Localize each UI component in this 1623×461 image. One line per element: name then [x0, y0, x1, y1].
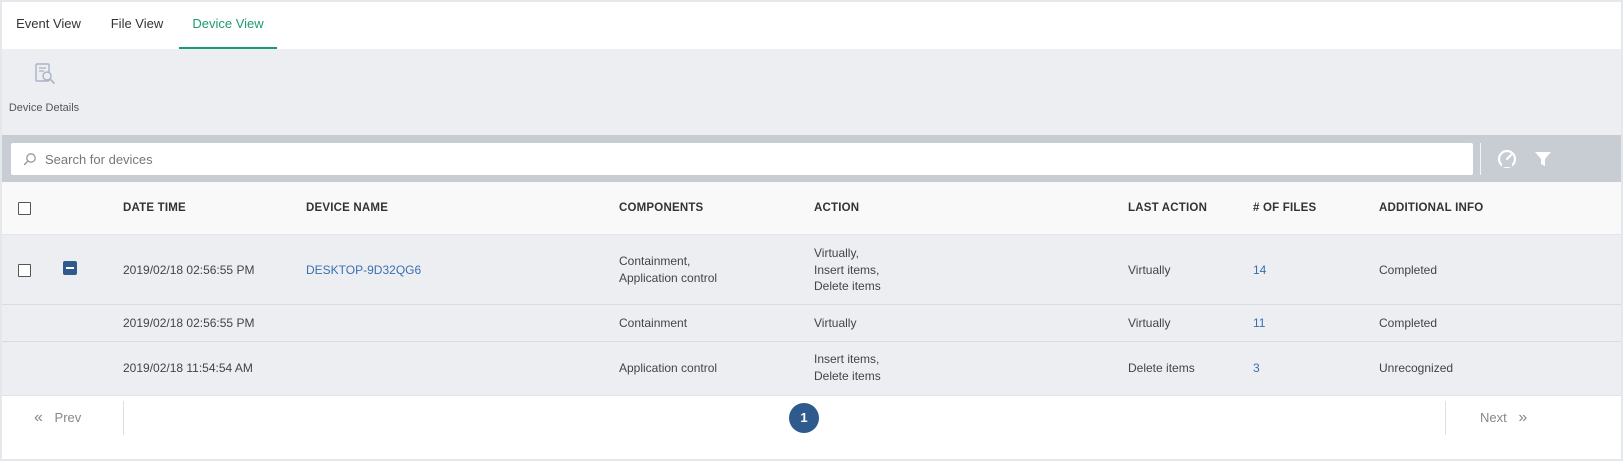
- last-action-cell: Virtually: [1128, 316, 1171, 330]
- next-page-button[interactable]: Next »: [1480, 408, 1527, 428]
- column-header-device-name[interactable]: DEVICE NAME: [306, 182, 388, 235]
- components-cell: Application control: [619, 361, 718, 375]
- date-time-cell: 2019/02/18 02:56:55 PM: [123, 263, 255, 277]
- row-checkbox[interactable]: [18, 264, 31, 277]
- double-chevron-right-icon: »: [1518, 409, 1528, 426]
- column-header-additional-info[interactable]: ADDITIONAL INFO: [1379, 182, 1483, 235]
- collapse-row-button[interactable]: [63, 261, 77, 275]
- file-count-link[interactable]: 14: [1253, 262, 1266, 279]
- action-cell: Virtually, Insert items, Delete items: [814, 246, 881, 293]
- table-row[interactable]: 2019/02/18 02:56:55 PM DESKTOP-9D32QG6 C…: [2, 235, 1621, 305]
- prev-label: Prev: [54, 410, 82, 425]
- components-cell: Containment: [619, 316, 688, 330]
- filter-icon[interactable]: [1532, 148, 1554, 170]
- column-header-date-time[interactable]: DATE TIME: [123, 182, 186, 235]
- table-row[interactable]: 2019/02/18 11:54:54 AM Application contr…: [2, 342, 1621, 395]
- last-action-cell: Virtually: [1128, 263, 1171, 277]
- double-chevron-left-icon: «: [34, 409, 43, 426]
- action-cell: Virtually: [814, 316, 857, 330]
- additional-info-cell: Unrecognized: [1379, 361, 1454, 375]
- view-tabs: Event View File View Device View: [2, 2, 1621, 49]
- table-row[interactable]: 2019/02/18 02:56:55 PM Containment Virtu…: [2, 305, 1621, 342]
- file-count-link[interactable]: 3: [1253, 360, 1260, 377]
- search-bar: [2, 135, 1621, 182]
- column-header-action[interactable]: ACTION: [814, 182, 859, 235]
- page-1-button[interactable]: 1: [789, 403, 819, 433]
- column-header-last-action[interactable]: LAST ACTION: [1128, 182, 1207, 235]
- column-header-file-count[interactable]: # OF FILES: [1253, 182, 1316, 235]
- select-all-checkbox[interactable]: [18, 202, 31, 215]
- table-header: DATE TIME DEVICE NAME COMPONENTS ACTION …: [2, 182, 1621, 235]
- tab-device-view[interactable]: Device View: [179, 2, 277, 49]
- additional-info-cell: Completed: [1379, 316, 1438, 330]
- device-details-button[interactable]: Device Details: [6, 59, 82, 119]
- device-name-link[interactable]: DESKTOP-9D32QG6: [306, 262, 421, 279]
- action-cell: Insert items, Delete items: [814, 352, 881, 383]
- date-time-cell: 2019/02/18 02:56:55 PM: [123, 316, 255, 330]
- tab-event-view[interactable]: Event View: [2, 2, 95, 49]
- pagination: « Prev 1 Next »: [2, 395, 1621, 459]
- search-icon: [23, 153, 36, 166]
- search-box: [11, 143, 1473, 175]
- additional-info-cell: Completed: [1379, 263, 1438, 277]
- file-count-link[interactable]: 11: [1253, 315, 1265, 332]
- device-view-panel: Event View File View Device View Device …: [2, 2, 1621, 459]
- search-divider: [1480, 143, 1481, 175]
- toolbar: Device Details: [2, 49, 1621, 135]
- pagination-divider: [123, 401, 124, 435]
- search-input[interactable]: [45, 143, 1445, 175]
- pagination-divider: [1445, 401, 1446, 435]
- tab-file-view[interactable]: File View: [95, 2, 179, 49]
- gauge-icon[interactable]: [1496, 148, 1518, 170]
- components-cell: Containment, Application control: [619, 254, 718, 285]
- column-header-components[interactable]: COMPONENTS: [619, 182, 703, 235]
- next-label: Next: [1480, 410, 1507, 425]
- date-time-cell: 2019/02/18 11:54:54 AM: [123, 361, 253, 375]
- prev-page-button[interactable]: « Prev: [34, 408, 81, 428]
- last-action-cell: Delete items: [1128, 361, 1195, 375]
- device-details-label: Device Details: [8, 102, 80, 114]
- device-details-icon: [35, 63, 55, 84]
